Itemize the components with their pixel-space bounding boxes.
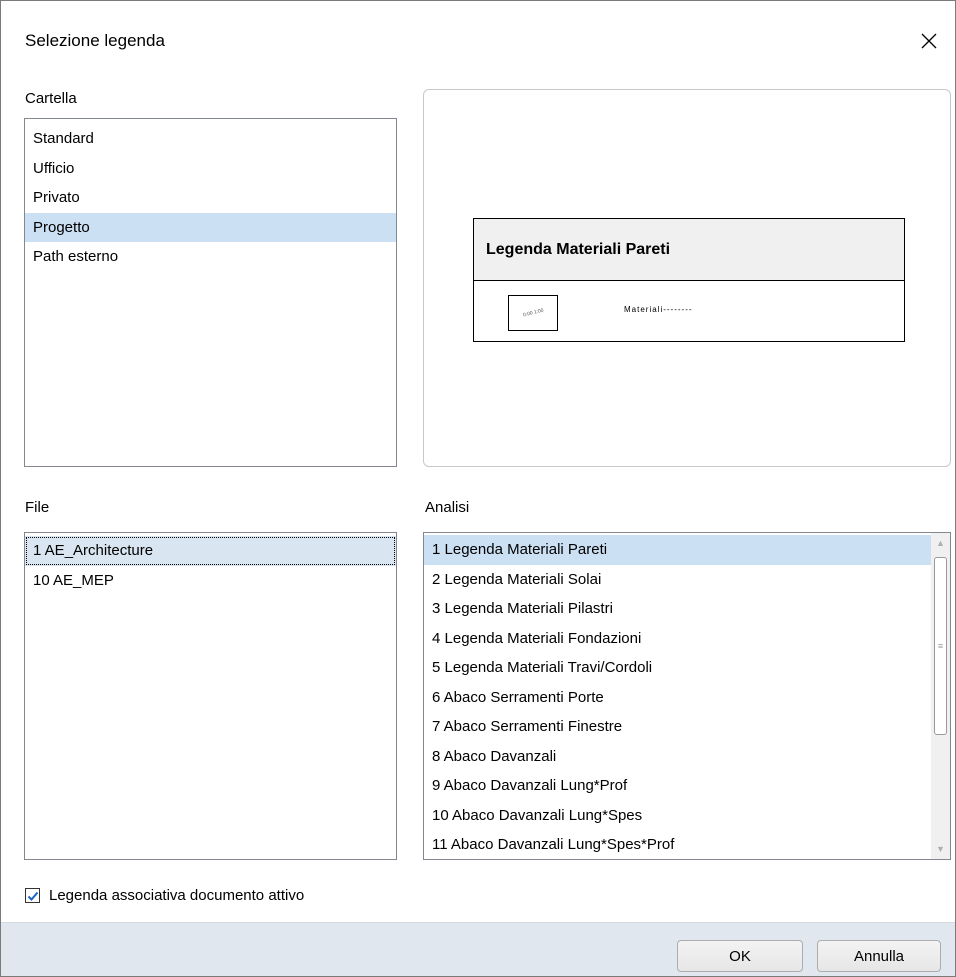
ok-button[interactable]: OK <box>677 940 803 972</box>
analisi-item[interactable]: 11 Abaco Davanzali Lung*Spes*Prof <box>424 830 931 859</box>
cartella-item-ufficio[interactable]: Ufficio <box>25 154 396 184</box>
associative-legend-option[interactable]: Legenda associativa documento attivo <box>25 887 304 904</box>
dialog-title: Selezione legenda <box>25 31 165 50</box>
close-button[interactable] <box>909 21 949 61</box>
close-icon <box>921 33 937 49</box>
analisi-item[interactable]: 1 Legenda Materiali Pareti <box>424 535 931 565</box>
analisi-item[interactable]: 4 Legenda Materiali Fondazioni <box>424 624 931 654</box>
file-list[interactable]: 1 AE_Architecture 10 AE_MEP <box>24 532 397 860</box>
file-label: File <box>25 499 50 516</box>
cartella-label: Cartella <box>25 90 77 107</box>
analisi-items: 1 Legenda Materiali Pareti 2 Legenda Mat… <box>424 535 931 859</box>
legend-preview: Legenda Materiali Pareti 0:00 1:00 Mater… <box>423 89 951 467</box>
analisi-list[interactable]: 1 Legenda Materiali Pareti 2 Legenda Mat… <box>423 532 951 860</box>
associative-legend-checkbox[interactable] <box>25 888 40 903</box>
cartella-item-progetto[interactable]: Progetto <box>25 212 396 242</box>
checkmark-icon <box>27 891 38 901</box>
legend-preview-title: Legenda Materiali Pareti <box>474 219 904 281</box>
swatch-text: 0:00 1:00 <box>522 307 544 319</box>
analisi-item[interactable]: 6 Abaco Serramenti Porte <box>424 683 931 713</box>
title-bar: Selezione legenda <box>1 1 955 81</box>
cartella-item-path-esterno[interactable]: Path esterno <box>25 242 396 272</box>
legend-selection-dialog: Selezione legenda Cartella Standard Uffi… <box>0 0 956 977</box>
analisi-label: Analisi <box>425 499 470 516</box>
material-swatch: 0:00 1:00 <box>508 295 558 331</box>
legend-preview-card: Legenda Materiali Pareti 0:00 1:00 Mater… <box>473 218 905 342</box>
analisi-item[interactable]: 5 Legenda Materiali Travi/Cordoli <box>424 653 931 683</box>
analisi-item[interactable]: 10 Abaco Davanzali Lung*Spes <box>424 801 931 831</box>
analisi-scrollbar[interactable]: ▲ ≡ ▼ <box>931 533 950 859</box>
analisi-item[interactable]: 7 Abaco Serramenti Finestre <box>424 712 931 742</box>
scroll-up-arrow-icon[interactable]: ▲ <box>931 533 950 553</box>
cartella-list[interactable]: Standard Ufficio Privato Progetto Path e… <box>24 118 397 467</box>
material-text: Materiali-------- <box>624 305 693 314</box>
analisi-item[interactable]: 9 Abaco Davanzali Lung*Prof <box>424 771 931 801</box>
scroll-thumb[interactable]: ≡ <box>934 557 947 735</box>
associative-legend-label: Legenda associativa documento attivo <box>49 887 305 904</box>
cancel-button[interactable]: Annulla <box>817 940 941 972</box>
file-item-architecture[interactable]: 1 AE_Architecture <box>25 536 396 566</box>
scroll-down-arrow-icon[interactable]: ▼ <box>931 839 950 859</box>
grip-icon: ≡ <box>937 641 944 651</box>
analisi-item[interactable]: 8 Abaco Davanzali <box>424 742 931 772</box>
analisi-item[interactable]: 2 Legenda Materiali Solai <box>424 565 931 595</box>
cartella-item-standard[interactable]: Standard <box>25 124 396 154</box>
cartella-item-privato[interactable]: Privato <box>25 183 396 213</box>
file-item-mep[interactable]: 10 AE_MEP <box>25 566 396 596</box>
analisi-item[interactable]: 3 Legenda Materiali Pilastri <box>424 594 931 624</box>
dialog-footer: OK Annulla <box>1 922 955 976</box>
